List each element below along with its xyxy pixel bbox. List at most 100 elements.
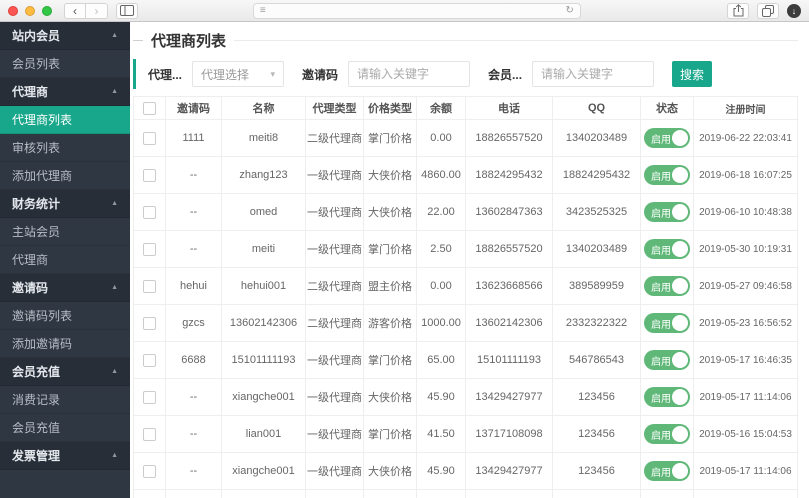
sidebar-item[interactable]: 消费记录 [0,386,130,414]
collapse-arrow-icon: ▲ [111,452,118,459]
status-toggle[interactable]: 启用 [644,165,690,185]
select-all-checkbox[interactable] [143,102,156,115]
cell-reg-time: 2019-05-16 15:04:53 [694,416,797,452]
row-checkbox[interactable] [143,465,156,478]
sidebar-item[interactable]: 邀请码 ▲ [0,274,130,302]
row-checkbox[interactable] [143,206,156,219]
refresh-icon[interactable]: ↻ [565,5,573,16]
zoom-window-button[interactable] [42,6,52,16]
close-window-button[interactable] [8,6,18,16]
cell-phone: 13602142306 [466,305,553,341]
sidebar-item[interactable]: 添加代理商 [0,162,130,190]
sidebar-item[interactable]: 财务统计 ▲ [0,190,130,218]
cell-qq: 389589959 [553,268,641,304]
sidebar-toggle-icon[interactable] [116,3,138,19]
table-row: -- lian001 一级代理商 掌门价格 41.50 13717108098 … [134,490,797,498]
cell-phone: 13717108098 [466,416,553,452]
cell-phone: 18826557520 [466,120,553,156]
cell-name: meiti8 [222,120,306,156]
cell-reg-time: 2019-06-10 10:48:38 [694,194,797,230]
row-checkbox[interactable] [143,280,156,293]
minimize-window-button[interactable] [25,6,35,16]
search-button[interactable]: 搜索 [672,61,712,87]
downloads-icon[interactable]: ↓ [787,4,801,18]
back-icon[interactable]: ‹ [64,3,86,19]
cell-balance: 45.90 [417,453,466,489]
sidebar-item[interactable]: 会员列表 [0,50,130,78]
toggle-knob [672,130,688,146]
row-checkbox[interactable] [143,317,156,330]
sidebar-item[interactable]: 代理商列表 [0,106,130,134]
toggle-knob [672,241,688,257]
row-checkbox[interactable] [143,132,156,145]
agent-filter-label: 代理... [148,66,182,83]
col-header-balance: 余额 [417,97,466,119]
row-checkbox[interactable] [143,354,156,367]
cell-name: zhang123 [222,157,306,193]
sidebar-item-label: 添加代理商 [12,167,72,184]
agent-select-value: 代理选择 [201,66,249,83]
sidebar-item[interactable]: 主站会员 [0,218,130,246]
cell-invite-code: hehui [166,268,222,304]
status-toggle[interactable]: 启用 [644,350,690,370]
invite-code-input[interactable] [348,61,470,87]
sidebar-item[interactable]: 发票管理 ▲ [0,442,130,470]
status-toggle[interactable]: 启用 [644,128,690,148]
status-toggle-label: 启用 [651,464,671,479]
row-checkbox[interactable] [143,428,156,441]
cell-reg-time: 2019-06-22 22:03:41 [694,120,797,156]
share-icon[interactable] [727,3,749,19]
status-toggle[interactable]: 启用 [644,461,690,481]
status-toggle[interactable]: 启用 [644,239,690,259]
agent-select[interactable]: 代理选择 ▾ [192,61,284,87]
cell-agent-type: 一级代理商 [306,490,364,498]
row-checkbox[interactable] [143,243,156,256]
sidebar-item[interactable]: 代理商 ▲ [0,78,130,106]
status-toggle[interactable]: 启用 [644,424,690,444]
sidebar-item[interactable]: 审核列表 [0,134,130,162]
sidebar-item-label: 发票管理 [12,447,60,464]
status-toggle[interactable]: 启用 [644,313,690,333]
tabs-overview-icon[interactable] [757,3,779,19]
sidebar-item-label: 审核列表 [12,139,60,156]
cell-invite-code: -- [166,416,222,452]
invite-code-filter-label: 邀请码 [302,66,338,83]
cell-reg-time: 2019-05-17 11:14:06 [694,379,797,415]
sidebar-item[interactable]: 邀请码列表 [0,302,130,330]
sidebar-item[interactable]: 会员充值 ▲ [0,358,130,386]
cell-qq: 18824295432 [553,157,641,193]
status-toggle[interactable]: 启用 [644,202,690,222]
status-toggle[interactable]: 启用 [644,276,690,296]
sidebar-item-label: 代理商 [12,251,48,268]
address-bar[interactable]: ≡ ↻ [253,3,581,19]
cell-balance: 22.00 [417,194,466,230]
sidebar-item-label: 财务统计 [12,195,60,212]
cell-name: 15101111193 [222,342,306,378]
cell-price-type: 掌门价格 [364,416,417,452]
cell-invite-code: -- [166,490,222,498]
row-checkbox[interactable] [143,391,156,404]
toggle-knob [672,167,688,183]
col-header-phone: 电话 [466,97,553,119]
cell-price-type: 盟主价格 [364,268,417,304]
sidebar-item[interactable]: 会员充值 [0,414,130,442]
sidebar-item[interactable]: 站内会员 ▲ [0,22,130,50]
cell-agent-type: 一级代理商 [306,231,364,267]
cell-balance: 1000.00 [417,305,466,341]
forward-icon[interactable]: › [86,3,108,19]
toggle-knob [672,389,688,405]
status-toggle[interactable]: 启用 [644,387,690,407]
chevron-down-icon: ▾ [270,69,275,80]
table-row: 6688 15101111193 一级代理商 掌门价格 65.00 151011… [134,342,797,379]
row-checkbox[interactable] [143,169,156,182]
sidebar-item[interactable]: 添加邀请码 [0,330,130,358]
member-input[interactable] [532,61,654,87]
sidebar-item-label: 会员充值 [12,363,60,380]
cell-agent-type: 二级代理商 [306,305,364,341]
cell-qq: 1340203489 [553,231,641,267]
table-row: -- omed 一级代理商 大侠价格 22.00 13602847363 342… [134,194,797,231]
sidebar-item[interactable]: 代理商 [0,246,130,274]
cell-phone: 18824295432 [466,157,553,193]
cell-price-type: 掌门价格 [364,231,417,267]
reader-icon[interactable]: ≡ [260,5,266,16]
